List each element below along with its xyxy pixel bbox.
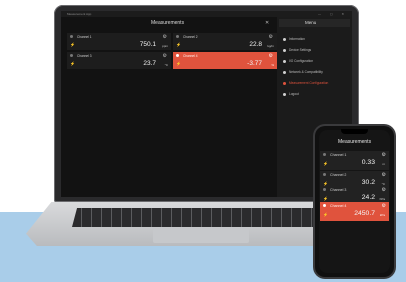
status-indicator-icon — [176, 54, 179, 57]
channel-card-alarm[interactable]: Channel 4 ⚙ ⚡ -3.77 % — [173, 52, 277, 69]
status-indicator-icon — [323, 173, 326, 176]
channel-card[interactable]: Channel 1 ⚙ ⚡ 750.1 ppm — [67, 33, 171, 50]
channel-unit: m — [382, 162, 386, 166]
sensor-icon: ⚡ — [323, 212, 328, 217]
channel-value: 2450.7 — [354, 210, 375, 217]
channel-name: Channel 2 — [183, 35, 198, 39]
channel-unit: hPa — [379, 197, 385, 201]
channel-card[interactable]: Channel 2 ⚙ ⚡ 22.8 kg/m — [173, 33, 277, 50]
menu-header: Menu — [279, 19, 350, 27]
sensor-icon: ⚡ — [176, 61, 181, 66]
menu-item-label: Information — [289, 37, 305, 41]
channel-value: 24.2 — [361, 194, 375, 201]
network-icon — [283, 70, 286, 74]
menu-item-label: Measurement Configuration — [289, 81, 329, 85]
menu-item-information[interactable]: Information — [283, 37, 305, 41]
menu-item-measurement-configuration[interactable]: Measurement Configuration — [283, 81, 328, 85]
logout-icon — [283, 92, 286, 96]
channel-name: Channel 3 — [77, 54, 92, 58]
sensor-icon: ⚡ — [176, 42, 181, 47]
menu-item-label: Device Settings — [289, 48, 312, 52]
settings-icon[interactable]: ⚙ — [382, 203, 386, 209]
settings-icon[interactable]: ⚙ — [269, 34, 273, 40]
settings-icon[interactable]: ⚙ — [163, 34, 167, 40]
window-controls-icon[interactable]: — ▢ ✕ — [318, 12, 348, 16]
laptop-screen: Measurement App — ▢ ✕ Measurements ✕ Cha… — [61, 11, 352, 197]
channel-name: Channel 3 — [330, 188, 347, 192]
sensor-icon: ⚡ — [323, 196, 328, 201]
measurement-icon — [283, 81, 286, 85]
status-indicator-icon — [323, 188, 326, 191]
sensor-icon: ⚡ — [70, 42, 75, 47]
status-indicator-icon — [323, 204, 326, 207]
channel-value: 750.1 — [139, 41, 156, 48]
settings-icon[interactable]: ⚙ — [269, 53, 273, 59]
phone-channel-card-alarm[interactable]: Channel 4 ⚙ ⚡ 2450.7 kPa — [320, 202, 389, 221]
channel-value: -3.77 — [247, 60, 262, 67]
sensor-icon: ⚡ — [70, 61, 75, 66]
settings-icon[interactable]: ⚙ — [382, 172, 386, 178]
channel-name: Channel 2 — [330, 173, 347, 177]
channel-unit: ppm — [162, 44, 168, 48]
channel-name: Channel 4 — [330, 204, 347, 208]
channel-card[interactable]: Channel 3 ⚙ ⚡ 23.7 °C — [67, 52, 171, 69]
settings-icon[interactable]: ⚙ — [382, 152, 386, 158]
menu-item-label: Logout — [289, 92, 299, 96]
phone-channel-card[interactable]: Channel 1 ⚙ ⚡ 0.33 m — [320, 151, 389, 170]
channel-name: Channel 1 — [77, 35, 92, 39]
channel-unit: % — [271, 63, 274, 67]
gear-icon — [283, 48, 286, 52]
channel-name: Channel 1 — [330, 153, 347, 157]
status-indicator-icon — [70, 54, 73, 57]
status-indicator-icon — [323, 153, 326, 156]
channel-value: 0.33 — [361, 159, 375, 166]
status-indicator-icon — [70, 35, 73, 38]
trackpad — [153, 229, 249, 243]
menu-item-logout[interactable]: Logout — [283, 92, 299, 96]
menu-item-network[interactable]: Network & Compatibility — [283, 70, 323, 74]
status-indicator-icon — [176, 35, 179, 38]
channel-value: 23.7 — [143, 60, 156, 67]
settings-icon[interactable]: ⚙ — [382, 187, 386, 193]
window-title: Measurement App — [67, 12, 92, 16]
menu-item-device-settings[interactable]: Device Settings — [283, 48, 311, 52]
channel-unit: kPa — [379, 213, 385, 217]
menu-title: Menu — [305, 20, 317, 25]
menu-item-label: I/O Configuration — [289, 59, 314, 63]
phone-notch — [341, 129, 368, 134]
menu-item-label: Network & Compatibility — [289, 70, 323, 74]
menu-item-io-configuration[interactable]: I/O Configuration — [283, 59, 313, 63]
phone-measurements-title: Measurements — [338, 139, 372, 145]
io-icon — [283, 59, 286, 63]
channel-value: 30.2 — [361, 179, 375, 186]
settings-icon[interactable]: ⚙ — [163, 53, 167, 59]
keyboard — [72, 208, 324, 227]
channel-name: Channel 4 — [183, 54, 198, 58]
pane-close-icon[interactable]: ✕ — [265, 20, 269, 26]
channel-unit: °C — [164, 63, 168, 67]
sensor-icon: ⚡ — [323, 161, 328, 166]
info-icon — [283, 37, 286, 41]
channel-value: 22.8 — [249, 41, 262, 48]
channel-unit: kg/m — [267, 44, 274, 48]
measurements-title: Measurements — [151, 20, 185, 26]
